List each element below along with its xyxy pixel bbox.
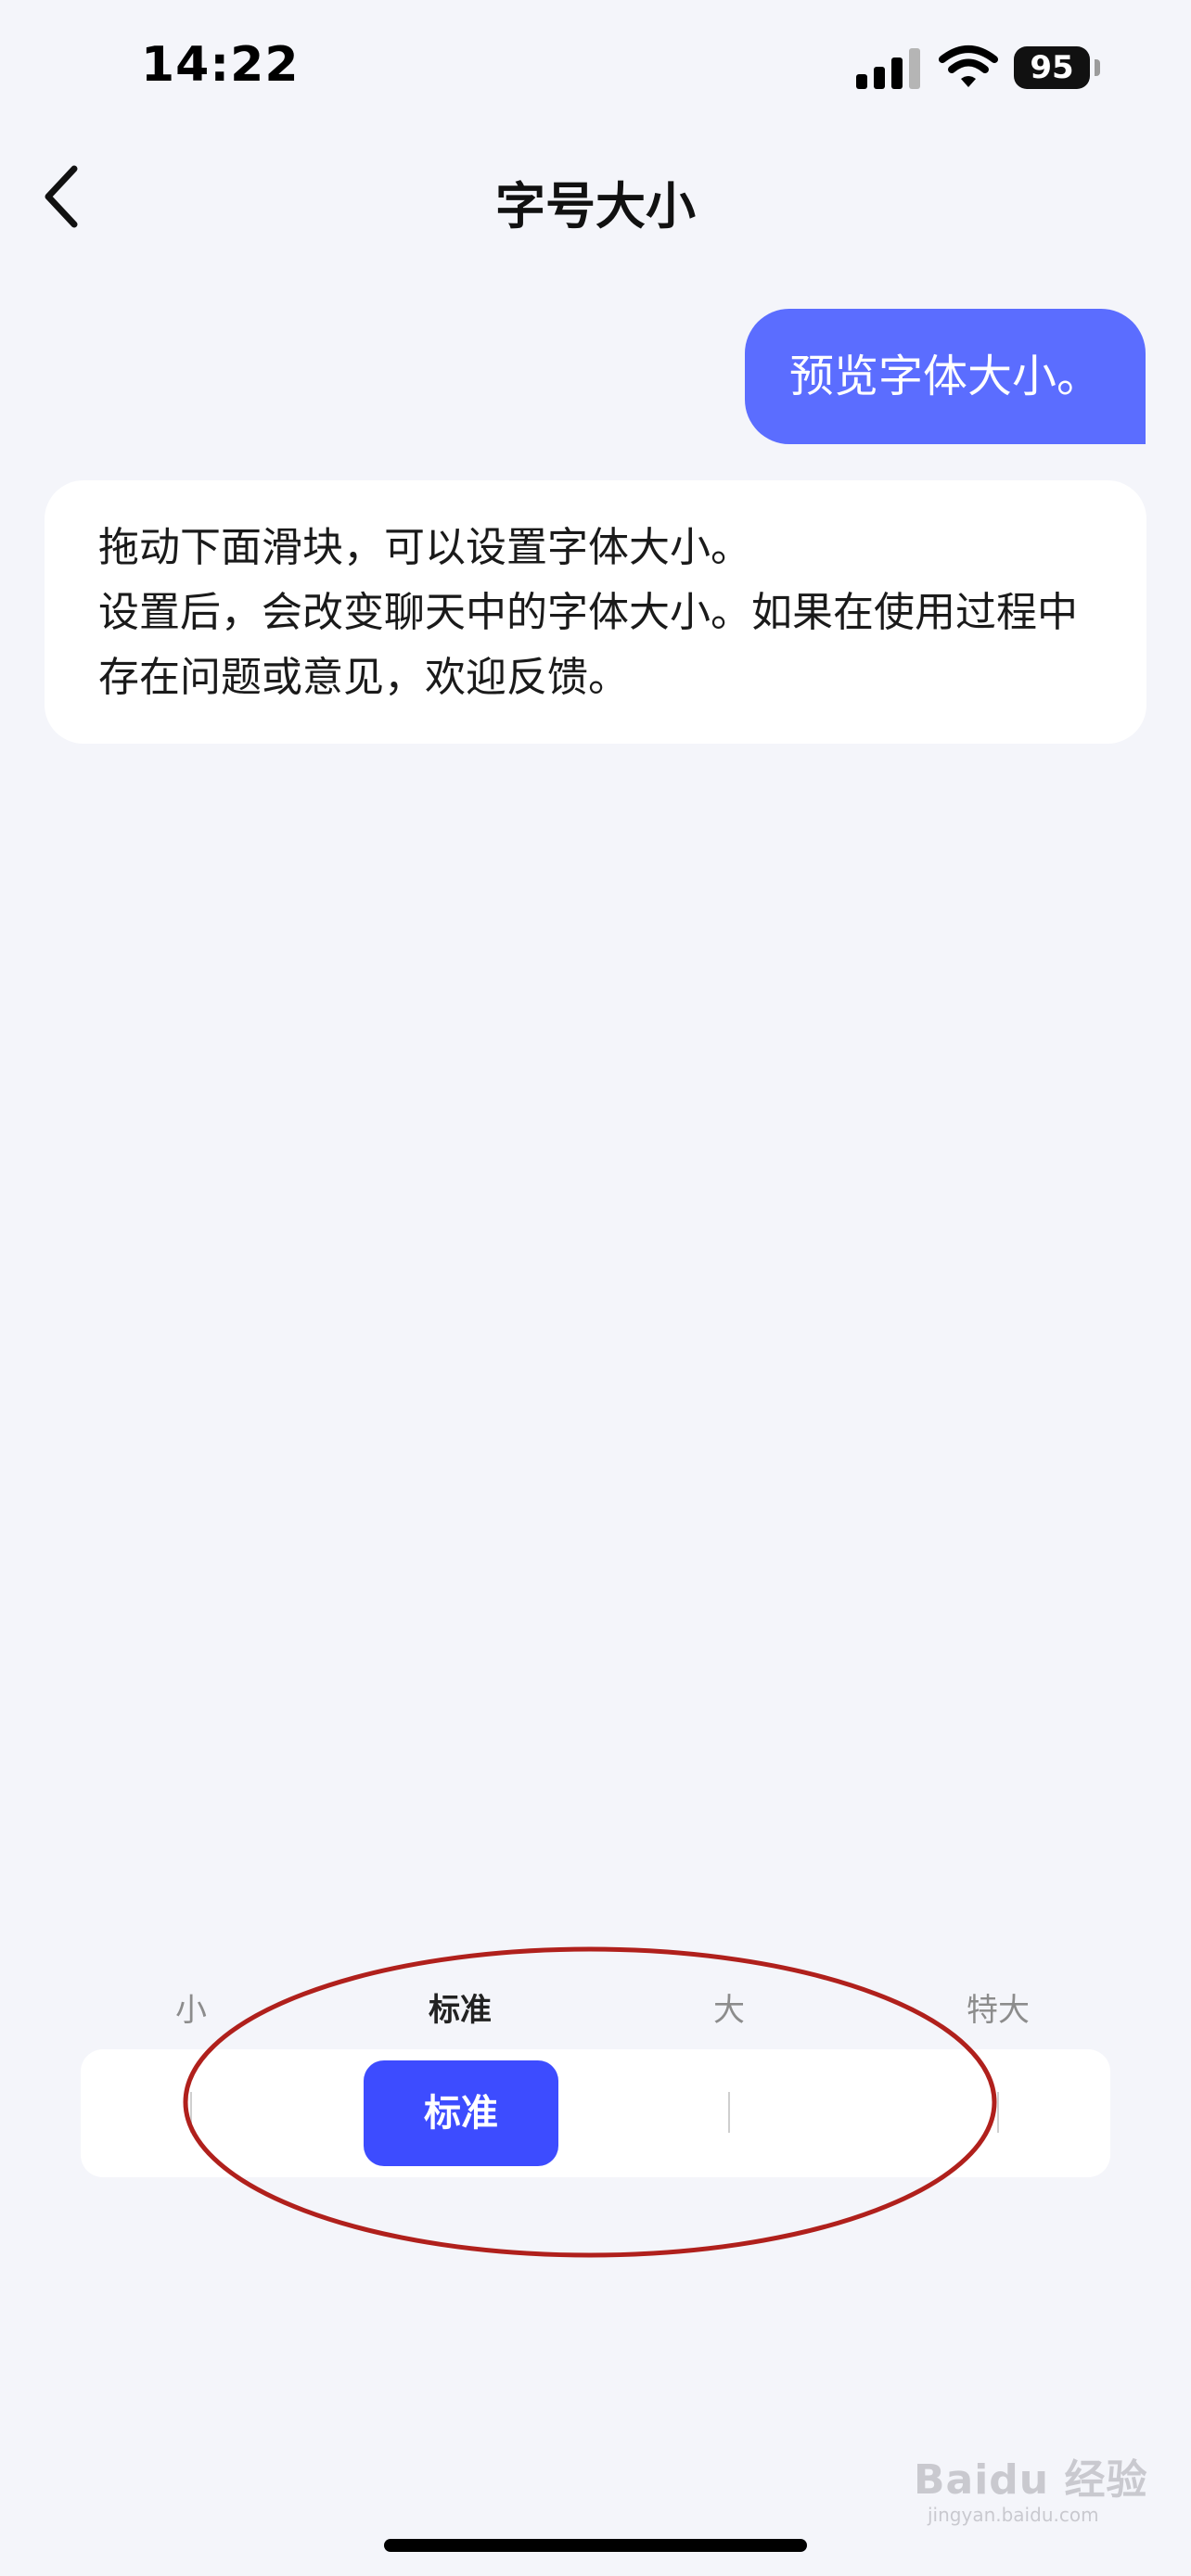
home-indicator[interactable]	[384, 2539, 807, 2552]
annotation-ellipse	[183, 1946, 997, 2258]
info-message-bubble: 拖动下面滑块，可以设置字体大小。 设置后，会改变聊天中的字体大小。如果在使用过程…	[45, 480, 1146, 744]
baidu-watermark-url: jingyan.baidu.com	[928, 2504, 1099, 2526]
status-time: 14:22	[141, 37, 300, 93]
page-title: 字号大小	[495, 177, 696, 236]
battery-tip	[1095, 59, 1100, 76]
wifi-icon	[939, 45, 998, 87]
baidu-watermark: Baidu 经验	[914, 2456, 1148, 2504]
status-bar: 14:22 95	[0, 0, 1191, 139]
nav-bar: 字号大小	[0, 139, 1191, 250]
preview-message-bubble: 预览字体大小。	[745, 309, 1146, 444]
cellular-signal-icon	[856, 48, 920, 89]
info-message-text: 拖动下面滑块，可以设置字体大小。 设置后，会改变聊天中的字体大小。如果在使用过程…	[98, 524, 1078, 701]
battery-indicator: 95	[1014, 46, 1090, 89]
